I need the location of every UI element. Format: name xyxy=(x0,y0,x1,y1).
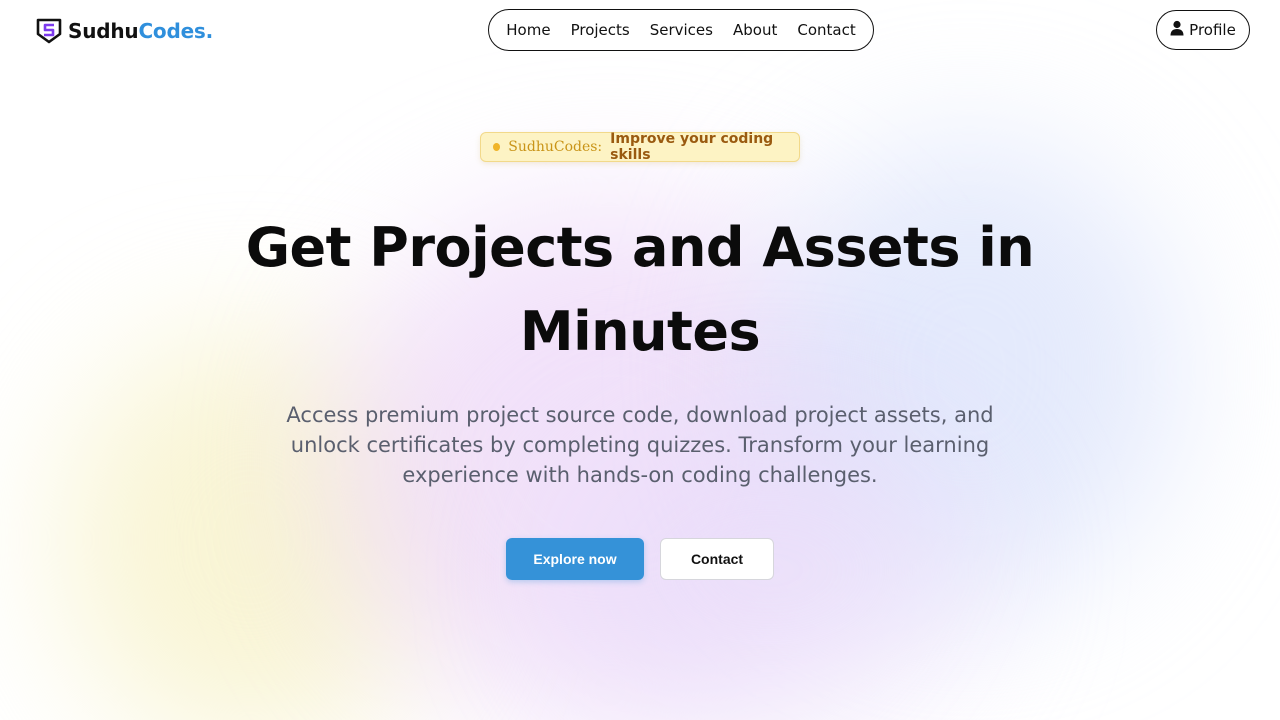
nav-item-contact[interactable]: Contact xyxy=(797,21,855,39)
navbar: SudhuCodes. Home Projects Services About… xyxy=(0,0,1280,62)
main-nav: Home Projects Services About Contact xyxy=(488,9,874,51)
nav-item-services[interactable]: Services xyxy=(650,21,713,39)
announcement-badge: SudhuCodes: Improve your coding skills xyxy=(480,131,800,163)
shield-s-logo-icon xyxy=(36,18,62,44)
nav-item-about[interactable]: About xyxy=(733,21,777,39)
brand-name-part2: Codes. xyxy=(138,19,214,43)
contact-button[interactable]: Contact xyxy=(660,538,774,580)
brand-name: SudhuCodes. xyxy=(68,19,213,43)
hero-description-line2: unlock certificates by completing quizze… xyxy=(290,433,990,457)
brand-name-part1: Sudhu xyxy=(68,19,139,43)
badge-message: Improve your coding skills xyxy=(610,131,774,163)
hero-title: Get Projects and Assets in Minutes xyxy=(240,206,1040,374)
hero-description-line1: Access premium project source code, down… xyxy=(286,403,994,427)
user-icon xyxy=(1170,20,1184,40)
brand-logo[interactable]: SudhuCodes. xyxy=(36,18,213,44)
nav-item-projects[interactable]: Projects xyxy=(571,21,630,39)
hero-description-line3: experience with hands-on coding challeng… xyxy=(402,463,878,487)
badge-dot-icon xyxy=(493,143,501,151)
nav-item-home[interactable]: Home xyxy=(506,21,550,39)
profile-button[interactable]: Profile xyxy=(1156,10,1250,50)
hero-title-line2: Minutes xyxy=(519,300,761,363)
hero-title-line1: Get Projects and Assets in xyxy=(245,216,1035,279)
badge-brand: SudhuCodes: xyxy=(508,139,603,155)
profile-label: Profile xyxy=(1189,21,1236,39)
hero-description: Access premium project source code, down… xyxy=(280,400,1000,490)
explore-now-button[interactable]: Explore now xyxy=(506,538,644,580)
